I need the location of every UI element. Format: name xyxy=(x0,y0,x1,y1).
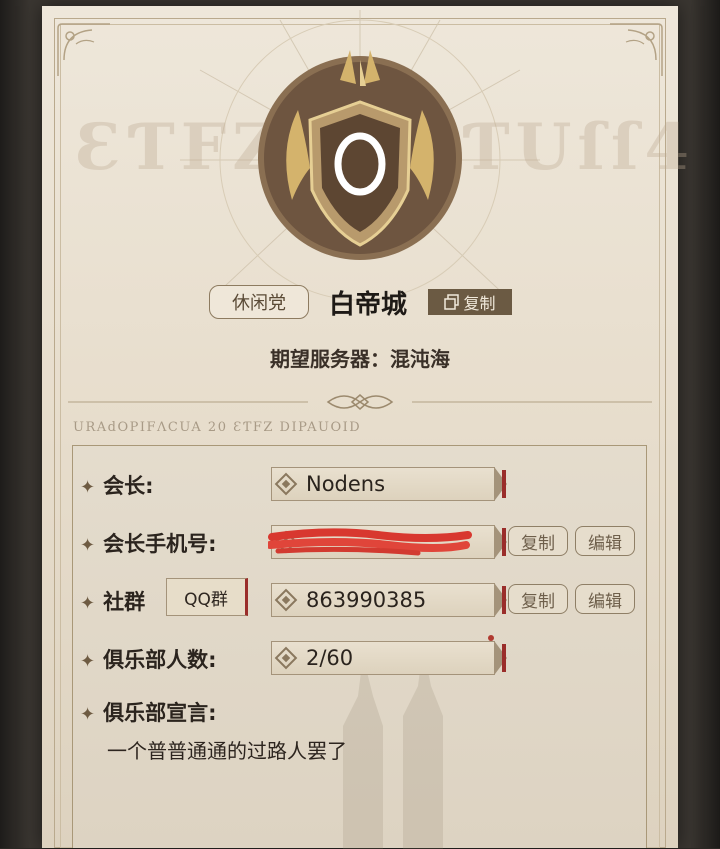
expected-server: 期望服务器：混沌海 xyxy=(0,343,720,372)
declaration-text: 一个普普通通的过路人罢了 xyxy=(107,739,347,763)
diamond-icon xyxy=(274,588,298,612)
members-field: 2/60 xyxy=(271,641,507,675)
copy-community-button[interactable]: 复制 xyxy=(508,584,568,614)
members-value: 2/60 xyxy=(306,646,354,670)
copy-button-label: 复制 xyxy=(463,294,496,313)
community-value: 863990385 xyxy=(306,588,427,612)
edit-community-button[interactable]: 编辑 xyxy=(575,584,635,614)
copy-icon xyxy=(444,294,460,310)
declaration-label: ✦ 俱乐部宣言: xyxy=(80,701,217,725)
community-type-button[interactable]: QQ群 xyxy=(166,578,248,616)
rune-banner-right: ƬUſſ4 xyxy=(462,110,696,185)
rune-subtitle: URAdOPIFɅCUA 20 ƐƬFZ DIPAUOID xyxy=(73,420,362,435)
copy-club-name-button[interactable]: 复制 xyxy=(428,289,512,315)
star-icon: ✦ xyxy=(80,651,96,672)
members-label: ✦ 俱乐部人数: xyxy=(80,648,217,672)
club-tag-badge: 休闲党 xyxy=(209,285,309,319)
community-field: 863990385 xyxy=(271,583,507,617)
edit-phone-button[interactable]: 编辑 xyxy=(575,526,635,556)
leader-field: Nodens xyxy=(271,467,507,501)
leader-label: ✦ 会长: xyxy=(80,474,154,498)
notification-dot xyxy=(488,635,494,641)
copy-phone-button[interactable]: 复制 xyxy=(508,526,568,556)
star-icon: ✦ xyxy=(80,593,96,614)
diamond-icon xyxy=(274,646,298,670)
server-value: 混沌海 xyxy=(390,347,450,371)
server-label: 期望服务器： xyxy=(270,347,390,371)
phone-label: ✦ 会长手机号: xyxy=(80,532,217,556)
star-icon: ✦ xyxy=(80,535,96,556)
star-icon: ✦ xyxy=(80,704,96,725)
redaction-scribble xyxy=(268,528,472,556)
emblem-icon xyxy=(258,50,462,260)
ornamental-divider xyxy=(68,394,652,410)
leader-value: Nodens xyxy=(306,472,386,496)
diamond-icon xyxy=(274,472,298,496)
star-icon: ✦ xyxy=(80,477,96,498)
club-name: 白帝城 xyxy=(329,290,408,320)
corner-ornament-icon xyxy=(610,23,663,76)
community-label: ✦ 社群 xyxy=(80,590,146,614)
corner-ornament-icon xyxy=(57,23,110,76)
